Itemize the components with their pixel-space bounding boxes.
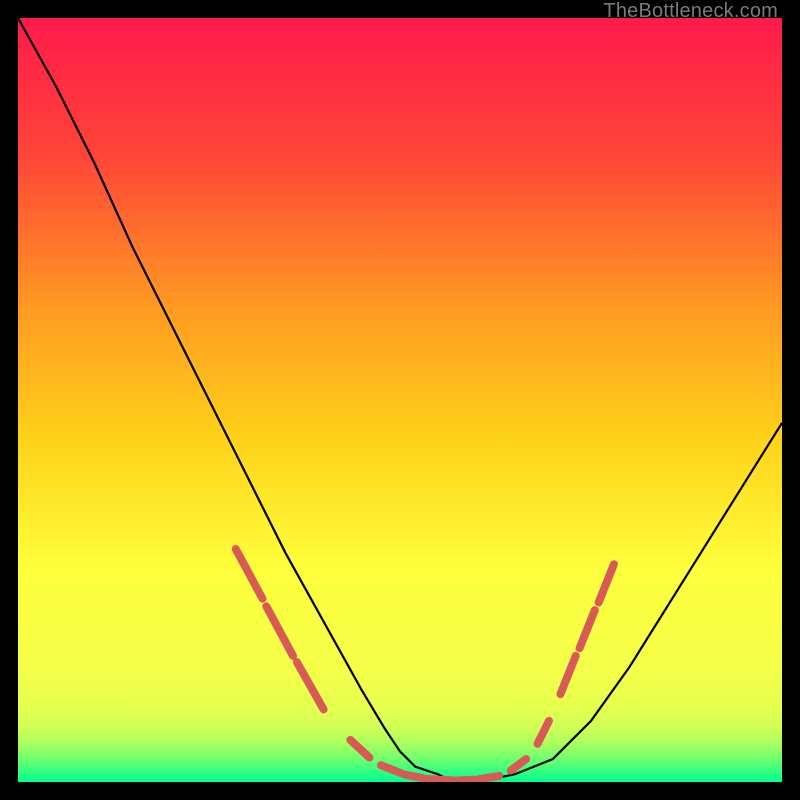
- dash-segment: [457, 780, 476, 781]
- chart-frame: [18, 18, 782, 782]
- gradient-background: [18, 18, 782, 782]
- watermark-text: TheBottleneck.com: [603, 0, 778, 23]
- chart-svg: [18, 18, 782, 782]
- dash-segment: [427, 779, 454, 781]
- dash-segment: [404, 774, 423, 778]
- dash-segment: [480, 776, 499, 779]
